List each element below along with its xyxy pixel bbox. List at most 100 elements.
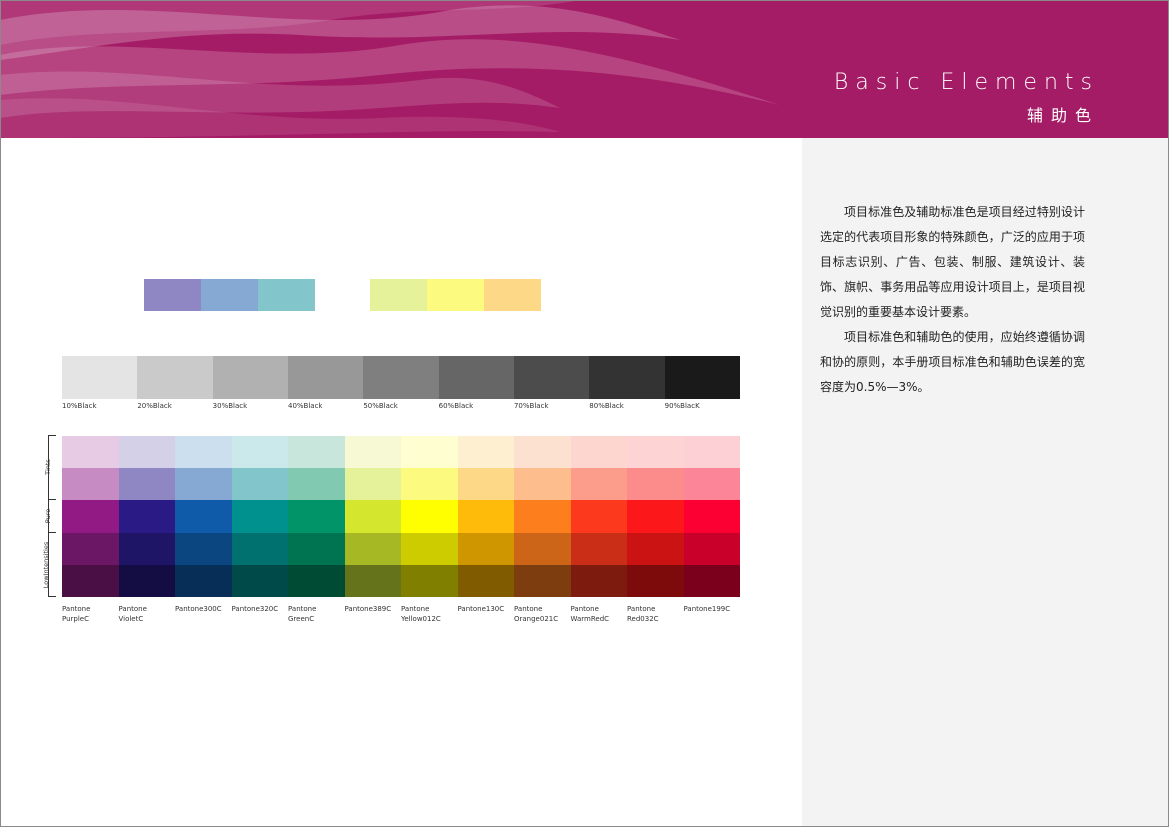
color-swatch [683,468,740,501]
color-swatch [457,532,514,565]
color-matrix-row [62,500,740,533]
pantone-label: Pantone Yellow012C [401,605,441,623]
color-swatch [570,564,627,597]
tone-label-tints: Tints [43,459,52,475]
gray-swatch [62,356,138,399]
color-swatch [627,500,684,533]
pantone-label: Pantone199C [683,605,731,613]
gray-label: 70%Black [513,402,549,410]
tone-label-pure: Pure [44,508,53,524]
description-paragraph: 项目标准色和辅助色的使用，应始终遵循协调和协的原则，本手册项目标准色和辅助色误差… [820,330,1085,394]
color-swatch [401,436,458,469]
pantone-label: Pantone389C [344,605,392,613]
gray-label: 40%Black [287,402,323,410]
color-swatch [288,436,345,469]
accent-swatches-cool [144,279,315,311]
color-swatch [288,468,345,501]
pantone-label: Pantone PurpleC [62,605,91,623]
color-swatch [118,468,175,501]
pantone-label: Pantone VioletC [118,605,147,623]
wave-pattern [0,0,1169,138]
color-swatch [514,564,571,597]
header-banner: Basic Elements 辅助色 [0,0,1169,138]
accent-swatch [144,279,201,311]
color-matrix-row [62,436,740,469]
gray-label: 30%Black [212,402,248,410]
color-swatch [570,468,627,501]
color-swatch [344,532,401,565]
color-swatch [683,564,740,597]
tone-group-bracket: Tints Pure LowIntensities [42,435,61,597]
accent-swatch [258,279,315,311]
color-swatch [457,468,514,501]
color-swatch [514,532,571,565]
color-swatch [514,500,571,533]
accent-swatch [427,279,484,311]
description-paragraph: 项目标准色及辅助标准色是项目经过特别设计选定的代表项目形象的特殊颜色，广泛的应用… [820,205,1085,319]
color-swatch [457,436,514,469]
color-swatch [457,500,514,533]
gray-swatch [513,356,590,399]
color-swatch [62,532,119,565]
gray-swatch [589,356,665,399]
section-title-en: Basic Elements [833,70,1099,95]
color-swatch [175,468,232,501]
description-text: 项目标准色及辅助标准色是项目经过特别设计选定的代表项目形象的特殊颜色，广泛的应用… [820,200,1085,400]
gray-label: 20%Black [137,402,172,410]
color-swatch [231,500,288,533]
color-swatch [175,500,232,533]
color-swatch [344,500,401,533]
gray-swatch [137,356,213,399]
color-swatch [570,436,627,469]
color-swatch [62,468,119,501]
color-swatch [401,564,458,597]
gray-swatch [363,356,439,399]
accent-swatches-warm [370,279,541,311]
gray-swatch [287,356,364,399]
pantone-label: Pantone320C [231,605,279,613]
color-swatch [62,500,119,533]
color-swatch [570,532,627,565]
color-swatch [231,564,288,597]
accent-swatch [484,279,541,311]
color-swatch [288,500,345,533]
pantone-labels: Pantone PurpleC Pantone VioletC Pantone300… [62,604,740,624]
color-swatch [683,500,740,533]
color-swatch [118,564,175,597]
pantone-label: Pantone Orange021C [514,605,559,623]
gray-label: 80%Black [589,402,624,410]
color-swatch [683,532,740,565]
color-swatch [118,532,175,565]
color-swatch [118,436,175,469]
gray-scale-bar [62,356,740,399]
color-swatch [62,564,119,597]
color-swatch [288,564,345,597]
color-swatch [401,468,458,501]
gray-swatch [664,356,740,399]
color-swatch [570,500,627,533]
color-swatch [627,564,684,597]
color-swatch [231,436,288,469]
color-swatch [288,532,345,565]
gray-scale-labels: 10%Black 20%Black 30%Black 40%Black 50%Black… [62,402,740,412]
pantone-label: Pantone GreenC [288,605,317,623]
accent-swatch [370,279,427,311]
color-swatch [175,532,232,565]
pantone-label: Pantone WarmRedC [570,605,610,623]
pantone-label: Pantone130C [457,605,505,613]
color-matrix-row [62,564,740,597]
color-swatch [344,564,401,597]
color-matrix-row [62,532,740,565]
gray-swatch [212,356,288,399]
gray-label: 10%Black [62,402,97,410]
color-swatch [401,532,458,565]
color-matrix-row [62,468,740,501]
accent-swatch [201,279,258,311]
pantone-label: Pantone300C [175,605,222,613]
section-title-zh: 辅助色 [1026,106,1099,125]
color-swatch [118,500,175,533]
color-swatch [514,468,571,501]
color-swatch [514,436,571,469]
color-swatch [175,436,232,469]
color-swatch [175,564,232,597]
